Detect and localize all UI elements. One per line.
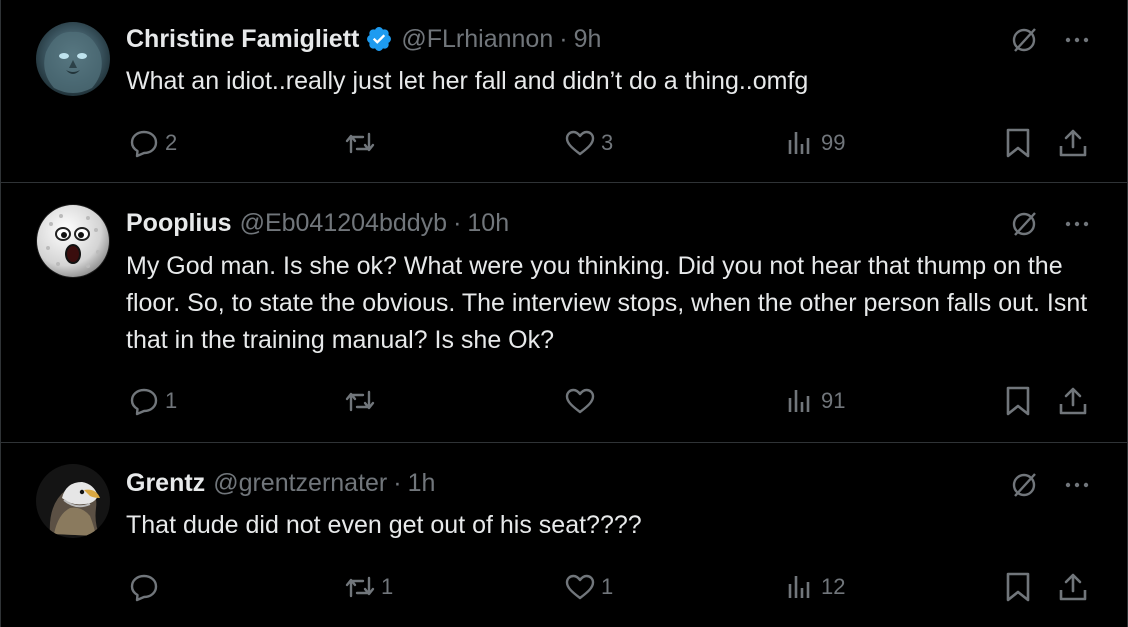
author-handle[interactable]: @grentzernater — [213, 469, 387, 498]
reply-button[interactable]: 1 — [127, 381, 177, 421]
like-button[interactable]: 1 — [563, 567, 613, 607]
tweet-header: Christine Famigliett @FLrhiannon · 9h — [126, 23, 601, 55]
tweet-text: What an idiot..really just let her fall … — [126, 67, 809, 95]
reply-button[interactable]: 2 — [127, 123, 177, 163]
verified-icon — [365, 25, 393, 53]
more-icon[interactable] — [1063, 210, 1091, 243]
tweet-top-actions — [1009, 470, 1091, 505]
views-icon — [788, 132, 810, 154]
share-button[interactable] — [1056, 123, 1090, 163]
action-bar: 2 3 99 — [1, 123, 1127, 163]
author-handle[interactable]: @Eb041204bddyb — [240, 209, 448, 238]
tweet-header: Pooplius @Eb041204bddyb · 10h — [126, 207, 509, 239]
bookmark-icon — [1006, 128, 1030, 158]
author-name[interactable]: Grentz — [126, 469, 205, 498]
reply-icon — [130, 574, 158, 602]
reply-button[interactable] — [127, 567, 165, 607]
like-count: 3 — [601, 130, 614, 155]
retweet-icon — [345, 132, 375, 154]
bookmark-button[interactable] — [1001, 567, 1035, 607]
avatar[interactable] — [36, 464, 110, 538]
tweet-top-actions — [1009, 209, 1091, 244]
separator-dot: · — [453, 208, 462, 237]
grok-icon[interactable] — [1009, 470, 1039, 505]
action-bar: 1 91 — [1, 381, 1127, 421]
views-button[interactable]: 91 — [783, 381, 845, 421]
tweet-header: Grentz @grentzernater · 1h — [126, 467, 435, 499]
retweet-button[interactable] — [343, 381, 381, 421]
more-icon[interactable] — [1063, 26, 1091, 59]
views-button[interactable]: 12 — [783, 567, 845, 607]
action-bar: 1 1 12 — [1, 567, 1127, 607]
separator-dot: · — [393, 468, 402, 497]
bookmark-button[interactable] — [1001, 123, 1035, 163]
share-icon — [1059, 387, 1087, 415]
avatar[interactable] — [36, 204, 110, 278]
timestamp[interactable]: 10h — [467, 209, 509, 238]
tweet[interactable]: Pooplius @Eb041204bddyb · 10h My God man… — [1, 183, 1127, 443]
tweet[interactable]: Christine Famigliett @FLrhiannon · 9h Wh… — [1, 0, 1127, 183]
timestamp[interactable]: 1h — [408, 469, 436, 498]
retweet-icon — [345, 390, 375, 412]
author-handle[interactable]: @FLrhiannon — [401, 25, 553, 54]
more-icon[interactable] — [1063, 471, 1091, 504]
reply-icon — [130, 388, 158, 416]
grok-icon[interactable] — [1009, 25, 1039, 60]
retweet-icon — [345, 576, 375, 598]
bookmark-icon — [1006, 386, 1030, 416]
reply-icon — [130, 130, 158, 158]
retweet-button[interactable] — [343, 123, 381, 163]
avatar[interactable] — [36, 22, 110, 96]
retweet-count: 1 — [381, 574, 394, 599]
grok-icon[interactable] — [1009, 209, 1039, 244]
author-name[interactable]: Pooplius — [126, 209, 232, 238]
views-icon — [788, 576, 810, 598]
like-icon — [565, 130, 595, 156]
like-count: 1 — [601, 574, 614, 599]
views-button[interactable]: 99 — [783, 123, 845, 163]
tweet-top-actions — [1009, 25, 1091, 60]
share-button[interactable] — [1056, 381, 1090, 421]
views-count: 12 — [821, 574, 846, 599]
retweet-button[interactable]: 1 — [343, 567, 393, 607]
bookmark-button[interactable] — [1001, 381, 1035, 421]
author-name[interactable]: Christine Famigliett — [126, 25, 359, 54]
reply-count: 2 — [165, 130, 178, 155]
reply-count: 1 — [165, 388, 178, 413]
eagle-avatar-image — [36, 464, 110, 538]
separator-dot: · — [559, 24, 568, 53]
like-icon — [565, 574, 595, 600]
reply-thread: Christine Famigliett @FLrhiannon · 9h Wh… — [0, 0, 1128, 627]
timestamp[interactable]: 9h — [574, 25, 602, 54]
views-icon — [788, 390, 810, 412]
share-icon — [1059, 129, 1087, 157]
views-count: 91 — [821, 388, 846, 413]
like-button[interactable] — [563, 381, 601, 421]
like-icon — [565, 388, 595, 414]
views-count: 99 — [821, 130, 846, 155]
share-button[interactable] — [1056, 567, 1090, 607]
golf-ball-avatar-image — [36, 204, 110, 278]
tweet-text: That dude did not even get out of his se… — [126, 511, 642, 539]
lion-avatar-image — [36, 22, 110, 96]
share-icon — [1059, 573, 1087, 601]
tweet-text: My God man. Is she ok? What were you thi… — [126, 252, 1088, 354]
tweet[interactable]: Grentz @grentzernater · 1h That dude did… — [1, 443, 1127, 627]
bookmark-icon — [1006, 572, 1030, 602]
like-button[interactable]: 3 — [563, 123, 613, 163]
